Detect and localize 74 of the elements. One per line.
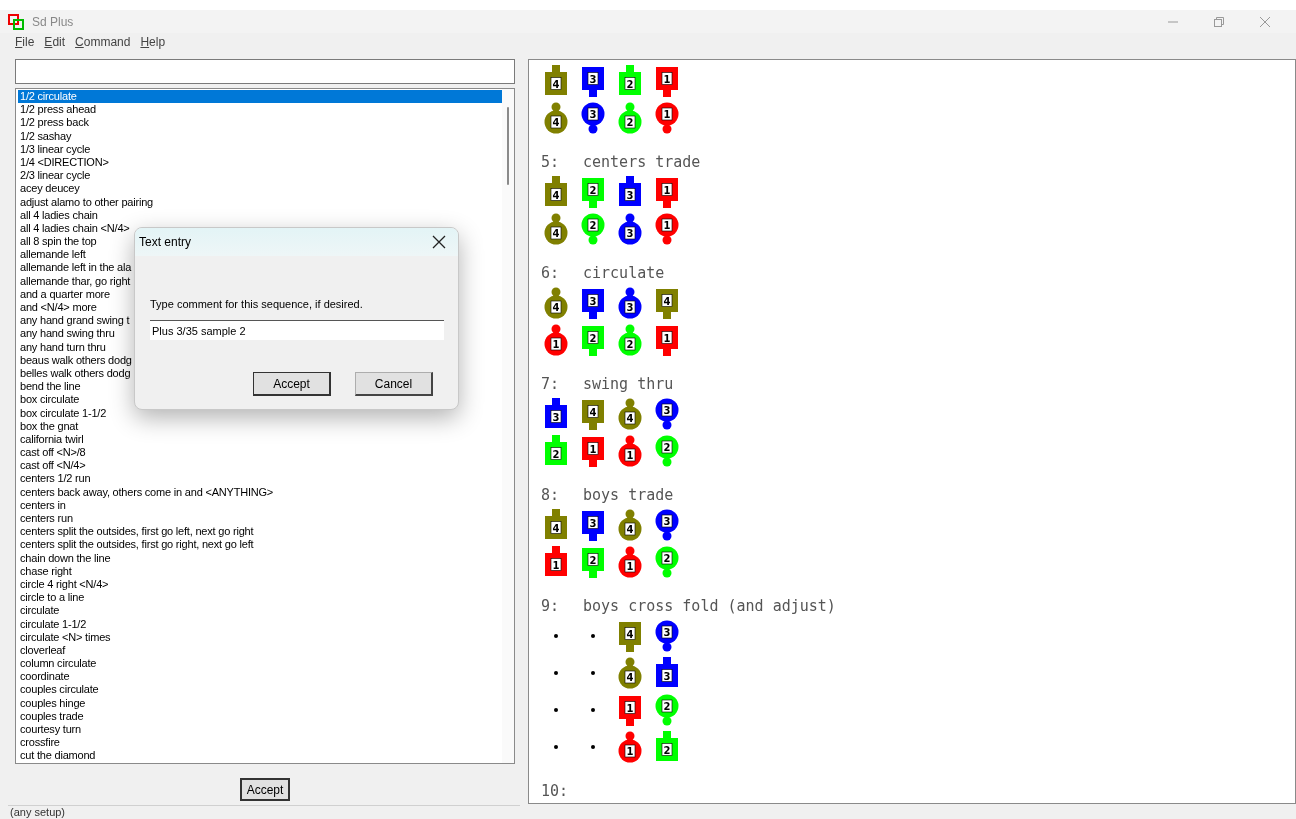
accept-button[interactable]: Accept [240, 778, 290, 801]
call-list-item[interactable]: 1/3 linear cycle [18, 142, 502, 156]
step-number: 7: [541, 375, 561, 395]
dialog-button[interactable]: Accept [253, 372, 331, 396]
call-list-item[interactable]: centers 1/2 run [18, 472, 502, 486]
dialog-prompt: Type comment for this sequence, if desired. [150, 298, 364, 310]
call-list-item[interactable]: couples circulate [18, 683, 502, 697]
empty-position-dot [554, 671, 558, 675]
call-list-item[interactable]: 1/2 press ahead [18, 103, 502, 117]
call-name: swing thru [583, 375, 674, 395]
call-name: centers trade [583, 153, 701, 173]
call-name: circulate [583, 264, 665, 284]
call-list-item[interactable]: circulate [18, 604, 502, 618]
call-list-item[interactable]: acey deucey [18, 182, 502, 196]
empty-position-dot [554, 634, 558, 638]
scrollbar-thumb[interactable] [507, 107, 509, 185]
comment-input-field[interactable]: Plus 3/35 sample 2 [150, 320, 444, 340]
call-list-item[interactable]: chain down the line [18, 551, 502, 565]
call-list-item[interactable]: courtesy turn [18, 723, 502, 737]
call-name: boys trade [583, 486, 674, 506]
empty-position-dot [554, 708, 558, 712]
window-title: Sd Plus [32, 14, 74, 29]
call-list-item[interactable]: cut the diamond [18, 749, 502, 763]
status-bar: (any setup) [8, 805, 520, 819]
call-list-item[interactable]: cast off <N>/8 [18, 446, 502, 460]
call-list-item[interactable]: centers split the outsides, first go left, next go right [18, 525, 502, 539]
empty-position-dot [591, 708, 595, 712]
command-input-field[interactable] [15, 59, 515, 84]
call-list-item[interactable]: 2/3 linear cycle [18, 169, 502, 183]
call-list-item[interactable]: column circulate [18, 657, 502, 671]
step-number: 10: [541, 782, 570, 802]
call-list-item[interactable]: box circulate 1-1/2 [18, 406, 502, 420]
call-list-item[interactable]: coordinate [18, 670, 502, 684]
call-list-item[interactable]: centers split the outsides, first go right, next go left [18, 538, 502, 552]
menu-item[interactable]: Command [75, 35, 131, 53]
call-list-item[interactable]: cloverleaf [18, 643, 502, 658]
app-icon [8, 13, 24, 30]
call-list-item[interactable]: california twirl [18, 432, 502, 447]
call-list-item[interactable]: circulate <N> times [18, 630, 502, 644]
call-list-item[interactable]: chase right [18, 564, 502, 578]
call-list-item[interactable]: centers back away, others come in and <ANYTHING> [18, 485, 502, 499]
call-list-item[interactable]: 1/2 sashay [18, 129, 502, 143]
call-list-item[interactable]: circle to a line [18, 591, 502, 605]
dialog-title: Text entry [139, 235, 193, 249]
call-list-item[interactable]: 1/2 press back [18, 116, 502, 130]
menu-item[interactable]: Edit [44, 35, 66, 53]
restore-icon[interactable] [1213, 15, 1225, 28]
call-list-item[interactable]: crossfire [18, 736, 502, 750]
empty-position-dot [591, 745, 595, 749]
scrollbar[interactable] [502, 89, 514, 763]
call-list-item[interactable]: box the gnat [18, 419, 502, 433]
dialog-button[interactable]: Cancel [355, 372, 433, 396]
call-list-item[interactable]: all 4 ladies chain [18, 208, 502, 222]
menu-item[interactable]: File [15, 35, 35, 53]
call-list-item[interactable]: couples trade [18, 709, 502, 723]
step-number: 9: [541, 597, 561, 617]
step-number: 6: [541, 264, 561, 284]
call-list-item[interactable]: couples hinge [18, 696, 502, 710]
empty-position-dot [591, 634, 595, 638]
step-number: 8: [541, 486, 561, 506]
empty-position-dot [554, 745, 558, 749]
close-icon[interactable] [432, 235, 446, 249]
call-list-item[interactable]: centers run [18, 512, 502, 526]
call-list-item[interactable]: 1/2 circulate [18, 90, 502, 104]
call-name: boys cross fold (and adjust) [583, 597, 836, 617]
call-list-item[interactable]: cast off <N/4> [18, 459, 502, 473]
call-list-item[interactable]: circulate 1-1/2 [18, 617, 502, 631]
call-list-item[interactable]: adjust alamo to other pairing [18, 195, 502, 209]
call-list-item[interactable]: 1/4 <DIRECTION> [18, 155, 502, 170]
call-list-item[interactable]: circle 4 right <N/4> [18, 577, 502, 592]
call-list-item[interactable]: centers in [18, 498, 502, 512]
menu-item[interactable]: Help [140, 35, 166, 53]
empty-position-dot [591, 671, 595, 675]
step-number: 5: [541, 153, 561, 173]
